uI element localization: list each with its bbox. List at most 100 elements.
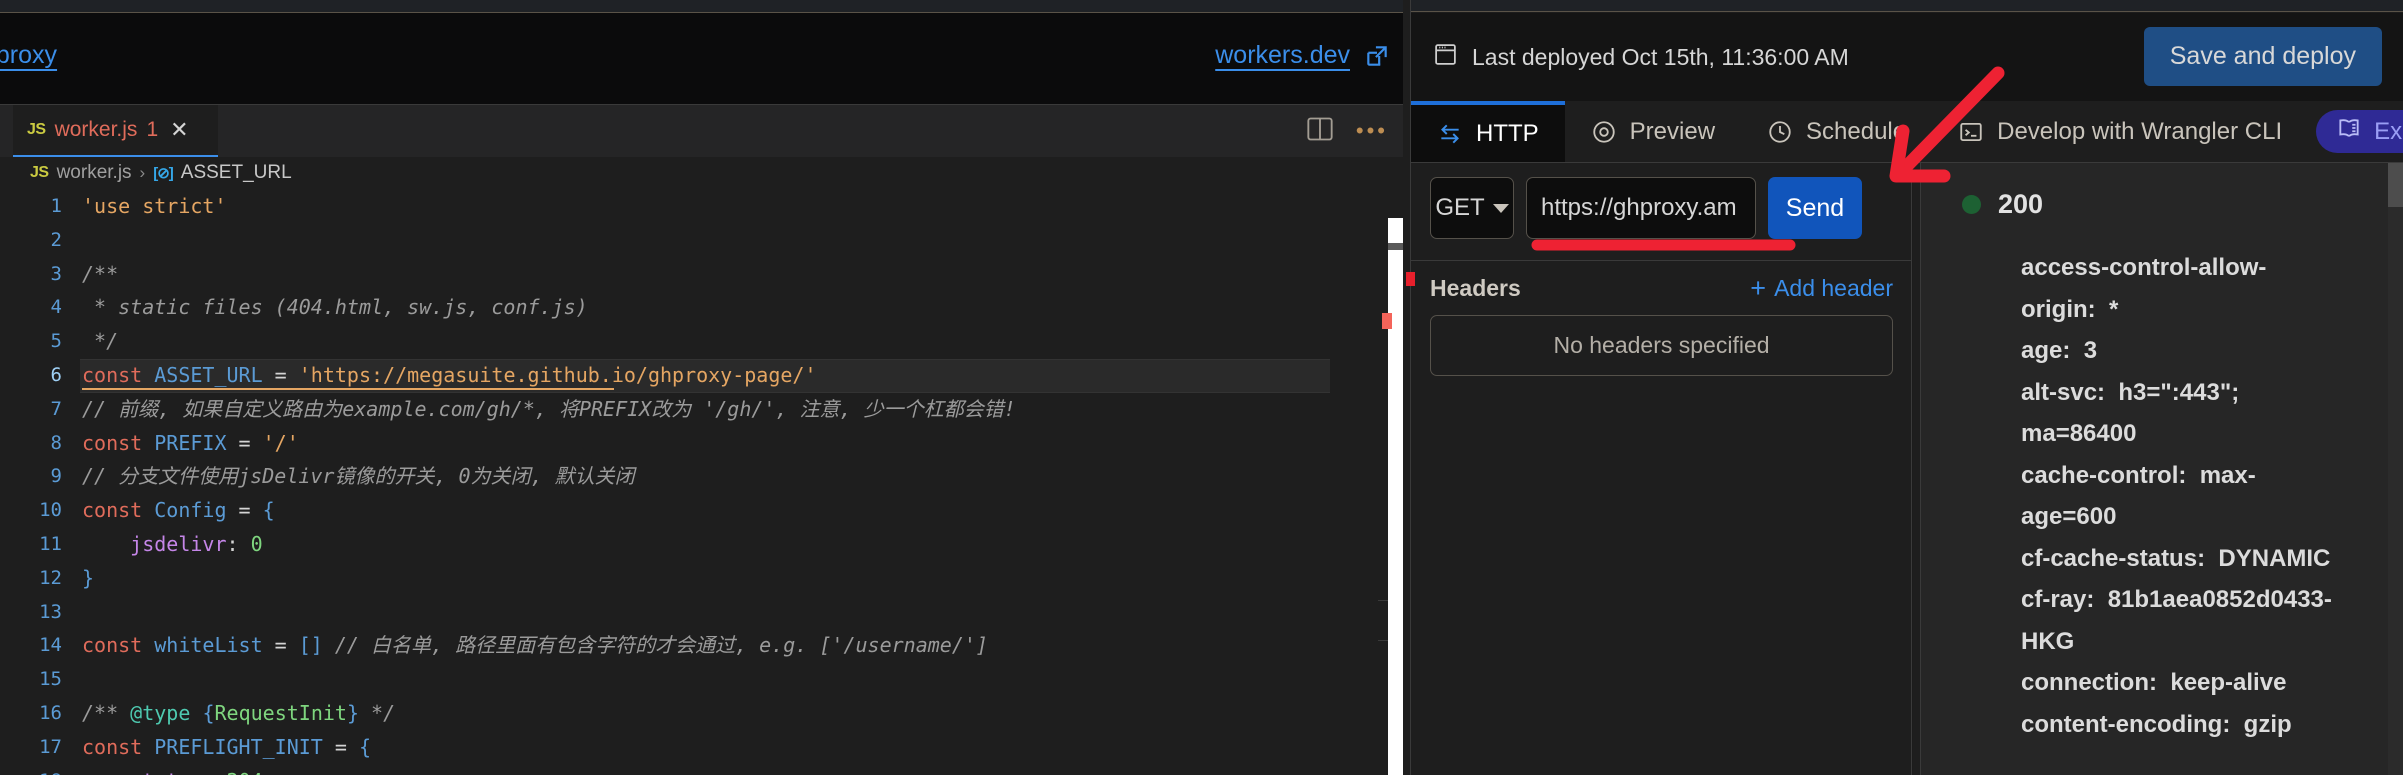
terminal-icon — [1958, 119, 1984, 145]
tab-schedule[interactable]: Schedule — [1741, 101, 1932, 162]
line-number: 3 — [50, 262, 62, 285]
code-line[interactable]: 15 — [0, 663, 1410, 697]
status-badge — [1962, 195, 1981, 214]
line-number: 16 — [39, 701, 62, 724]
code-line[interactable]: 18 status: 204, — [0, 765, 1410, 775]
clock-icon — [1767, 119, 1793, 145]
tab-preview[interactable]: Preview — [1565, 101, 1741, 162]
worker-name-fragment[interactable]: hproxy — [0, 41, 57, 70]
response-header-value: * — [2108, 295, 2119, 323]
tab-worker-js[interactable]: JS worker.js 1 ✕ — [13, 105, 218, 157]
line-number: 4 — [50, 296, 62, 319]
code-content[interactable]: 1 'use strict' 2 3 /** 4 * static files (404.… — [0, 190, 1410, 775]
response-status: 200 — [1962, 189, 2043, 220]
save-and-deploy-button[interactable]: Save and deploy — [2143, 27, 2382, 86]
response-header-name: connection: — [2021, 669, 2171, 697]
cloudflare-worker-panel: Last deployed Oct 15th, 11:36:00 AM Save… — [1410, 0, 2403, 775]
scrollbar-thumb[interactable] — [2388, 163, 2403, 207]
code-line[interactable]: 6 const ASSET_URL = 'https://megasuite.gi… — [0, 358, 1410, 393]
breadcrumb-file[interactable]: worker.js — [57, 162, 132, 184]
error-underline — [82, 387, 614, 390]
tab-examples[interactable]: Exa — [2316, 110, 2403, 153]
code-line[interactable]: 10 const Config = { — [0, 494, 1410, 528]
panel-header: Last deployed Oct 15th, 11:36:00 AM Save… — [1411, 13, 2403, 101]
response-scrollbar[interactable] — [2388, 163, 2403, 775]
headers-row: Headers + Add header — [1430, 275, 1893, 302]
code-line[interactable]: 11 jsdelivr: 0 — [0, 528, 1410, 562]
split-editor-icon[interactable] — [1306, 116, 1334, 147]
code-line[interactable]: 7 // 前缀, 如果自定义路由为example.com/gh/*, 将PREFI… — [0, 393, 1410, 427]
response-header-name: alt-svc: — [2021, 378, 2119, 406]
code-line[interactable]: 13 — [0, 596, 1410, 630]
line-number: 6 — [50, 363, 62, 386]
response-headers-list[interactable]: access-control-allow-origin: * age: 3 alt-… — [2021, 247, 2341, 745]
add-header-label: Add header — [1774, 275, 1893, 301]
response-header-name: age: — [2021, 337, 2084, 365]
line-content: /** @type {RequestInit} */ — [82, 700, 396, 725]
method-select[interactable]: GET — [1430, 177, 1514, 239]
line-number: 8 — [50, 431, 62, 454]
tab-http[interactable]: HTTP — [1411, 101, 1565, 162]
status-code: 200 — [1998, 189, 2044, 219]
response-header-value: 3 — [2083, 337, 2098, 365]
send-button[interactable]: Send — [1768, 177, 1862, 239]
code-line[interactable]: 14 const whiteList = [] // 白名单, 路径里面有包含字符… — [0, 629, 1410, 663]
response-header-item: alt-svc: h3=":443"; ma=86400 — [2021, 372, 2341, 455]
response-left-rail — [1913, 163, 1920, 775]
line-content: const whiteList = [] // 白名单, 路径里面有包含字符的才… — [82, 633, 988, 658]
tab-http-label: HTTP — [1476, 119, 1539, 147]
tab-wrangler-cli[interactable]: Develop with Wrangler CLI — [1932, 101, 2308, 162]
code-line[interactable]: 17 const PREFLIGHT_INIT = { — [0, 731, 1410, 765]
code-line[interactable]: 1 'use strict' — [0, 190, 1410, 224]
code-line[interactable]: 3 /** — [0, 258, 1410, 292]
last-deployed-text: Last deployed Oct 15th, 11:36:00 AM — [1472, 43, 1849, 70]
response-header-value: keep-alive — [2170, 669, 2287, 697]
line-number: 15 — [39, 668, 62, 691]
chevron-down-icon — [1492, 203, 1509, 213]
response-header-name: cf-cache-status: — [2021, 544, 2219, 572]
code-line[interactable]: 5 */ — [0, 325, 1410, 359]
url-input[interactable] — [1526, 177, 1756, 239]
plus-icon: + — [1750, 273, 1767, 303]
request-builder: GET Send Headers + Add header No headers… — [1411, 163, 1912, 775]
code-line[interactable]: 8 const PREFIX = '/' — [0, 427, 1410, 461]
code-line[interactable]: 16 /** @type {RequestInit} */ — [0, 697, 1410, 731]
http-arrows-icon — [1437, 121, 1463, 147]
worker-url-bar: hproxy workers.dev — [0, 12, 1410, 105]
line-number: 11 — [39, 532, 62, 555]
close-icon[interactable]: ✕ — [170, 119, 188, 141]
response-header-item: connection: keep-alive — [2021, 662, 2341, 704]
panel-top-strip — [1411, 0, 2403, 12]
request-divider — [1411, 260, 1912, 261]
workers-dev-link-group[interactable]: workers.dev — [1215, 41, 1390, 70]
code-editor-pane: hproxy workers.dev JS worker.js 1 ✕ — [0, 0, 1410, 775]
tab-problem-count: 1 — [146, 118, 159, 141]
code-line[interactable]: 2 — [0, 224, 1410, 258]
line-content: 'use strict' — [82, 194, 227, 218]
response-panel: 200 access-control-allow-origin: * age: 3… — [1913, 163, 2403, 775]
eye-icon — [1591, 119, 1617, 145]
code-line[interactable]: 12} — [0, 562, 1410, 596]
response-header-value: gzip — [2243, 710, 2292, 738]
editor-gutter-marks — [1378, 0, 1388, 775]
line-content: } — [82, 565, 95, 590]
line-content: /** — [82, 261, 119, 286]
code-line[interactable]: 9 // 分支文件使用jsDelivr镜像的开关, 0为关闭, 默认关闭 — [0, 460, 1410, 494]
method-value: GET — [1435, 194, 1485, 221]
response-header-name: access-control-allow-origin: — [2021, 254, 2267, 323]
line-number: 12 — [39, 566, 62, 589]
response-header-name: cache-control: — [2021, 461, 2200, 489]
headers-label: Headers — [1430, 275, 1521, 301]
line-number: 10 — [39, 499, 62, 522]
code-line[interactable]: 4 * static files (404.html, sw.js, conf.… — [0, 291, 1410, 325]
breadcrumb-symbol[interactable]: ASSET_URL — [181, 162, 292, 184]
no-headers-placeholder: No headers specified — [1430, 315, 1893, 376]
add-header-button[interactable]: + Add header — [1750, 275, 1893, 302]
panel-tab-bar: HTTP Preview Schedule Develop with Wrang… — [1411, 101, 2403, 163]
response-header-item: age: 3 — [2021, 330, 2341, 372]
line-content: // 前缀, 如果自定义路由为example.com/gh/*, 将PREFIX… — [82, 396, 1016, 421]
workers-dev-link[interactable]: workers.dev — [1215, 41, 1350, 70]
line-number: 13 — [39, 600, 62, 623]
tab-filename: worker.js — [54, 118, 138, 141]
tab-schedule-label: Schedule — [1806, 117, 1907, 145]
